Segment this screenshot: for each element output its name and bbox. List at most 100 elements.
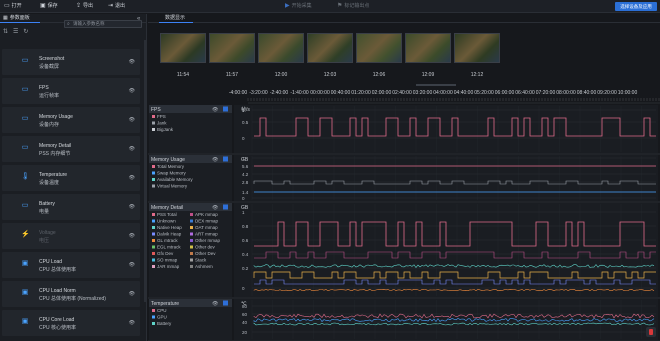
eye-icon[interactable]: 👁 (129, 291, 135, 297)
timeline-label: -1:40:00 (290, 90, 309, 96)
timeline-label: 05:20:00 (474, 90, 494, 96)
legend-label[interactable]: GL mtrack (157, 238, 178, 243)
parameter-search-input[interactable]: ⌕ 请输入参数名称 (64, 20, 142, 28)
legend-label[interactable]: Unknown (157, 219, 176, 224)
eye-icon[interactable]: 👁 (129, 117, 135, 123)
screenshot-thumbnail[interactable] (405, 33, 451, 63)
eye-icon[interactable]: 👁 (129, 146, 135, 152)
parameter-item[interactable]: ▭ Screenshot 设备截屏 👁 (2, 49, 140, 75)
legend-swatch (190, 213, 193, 216)
eye-icon[interactable]: 👁 (129, 320, 135, 326)
timeline-label: -4:00:00 (229, 90, 248, 96)
eye-icon[interactable]: 👁 (212, 301, 219, 307)
legend-label[interactable]: DEX mmap (195, 219, 219, 224)
legend-label[interactable]: Stack (195, 258, 207, 263)
eye-icon[interactable]: 👁 (129, 175, 135, 181)
legend-label[interactable]: Native Heap (157, 225, 182, 230)
parameter-scrollbar[interactable] (144, 40, 147, 302)
eye-icon[interactable]: 👁 (129, 262, 135, 268)
legend-label[interactable]: Other dev (195, 245, 216, 250)
legend-swatch (152, 115, 155, 118)
parameter-name: Memory Detail (39, 143, 72, 149)
legend-label[interactable]: OAT mmap (195, 225, 218, 230)
panel-toggle-checkbox[interactable] (223, 204, 228, 210)
parameter-item[interactable]: ▭ Battery 电量 👁 (2, 194, 140, 220)
legend-label[interactable]: FPS (157, 114, 166, 119)
parameter-item[interactable]: ⚡ Voltage 电压 👁 (2, 223, 140, 249)
parameter-subtitle: 电压 (39, 238, 50, 244)
open-button[interactable]: ▭ 打开 (4, 0, 22, 13)
parameter-item[interactable]: ▣ CPU Load CPU 总体使用率 👁 (2, 252, 140, 278)
screenshot-thumbnail[interactable] (307, 33, 353, 63)
eye-icon[interactable]: 👁 (212, 157, 219, 163)
screenshot-thumbnail[interactable] (258, 33, 304, 63)
timeline-label: 02:00:00 (372, 90, 392, 96)
sort-icon[interactable]: ⇅ (3, 28, 8, 35)
eye-icon[interactable]: 👁 (129, 88, 135, 94)
record-icon[interactable] (646, 327, 656, 337)
legend-label[interactable]: ART mmap (195, 232, 218, 237)
panel-title: Temperature (151, 301, 179, 307)
legend-label[interactable]: CPU (157, 308, 167, 313)
screenshot-thumbnail[interactable] (454, 33, 500, 63)
legend-label[interactable]: Other mmap (195, 238, 221, 243)
eye-icon[interactable]: 👁 (129, 204, 135, 210)
legend-label[interactable]: Virtual Memory (157, 184, 188, 189)
eye-icon[interactable]: 👁 (212, 205, 219, 211)
screenshot-time: 12:00 (274, 72, 288, 78)
legend-label[interactable]: Jank (157, 121, 167, 126)
legend-label[interactable]: EGL mtrack (157, 245, 181, 250)
eye-icon[interactable]: 👁 (129, 59, 135, 65)
legend-label[interactable]: Swap Memory (157, 171, 187, 176)
legend-swatch (152, 178, 155, 181)
legend-label[interactable]: BigJank (157, 127, 174, 132)
legend-label[interactable]: Dalvik Heap (157, 232, 182, 237)
parameter-item[interactable]: 🌡 Temperature 设备温度 👁 (2, 165, 140, 191)
legend-swatch (152, 219, 155, 223)
timeline-handle[interactable] (416, 84, 456, 86)
screenshot-thumbnail[interactable] (209, 33, 255, 63)
legend-swatch (190, 258, 193, 262)
legend-label[interactable]: APK mmap (195, 212, 218, 217)
exit-button[interactable]: ⇥ 退出 (108, 0, 125, 13)
legend-label[interactable]: Other Dev (195, 251, 216, 256)
panel-toggle-checkbox[interactable] (223, 300, 228, 306)
panel-toggle-checkbox[interactable] (223, 106, 228, 112)
legend-label[interactable]: SO mmap (157, 258, 178, 263)
eye-icon[interactable]: 👁 (212, 107, 219, 113)
panel-toggle-checkbox[interactable] (223, 156, 228, 162)
tick-label: 1.4 (242, 190, 249, 195)
parameter-item[interactable]: ▭ Memory Detail PSS 内存细节 👁 (2, 136, 140, 162)
parameter-item[interactable]: ▣ CPU Core Load CPU 核心使用率 👁 (2, 310, 140, 336)
legend-label[interactable]: Gfx Dev (157, 251, 174, 256)
export-button[interactable]: ⇪ 导出 (76, 0, 93, 13)
panel-header[interactable] (149, 105, 232, 113)
save-button[interactable]: ▣ 保存 (40, 0, 58, 13)
legend-label[interactable]: Battery (157, 321, 172, 326)
legend-label[interactable]: PSS Total (157, 212, 177, 217)
timeline-ruler[interactable]: -4:00:00 -3:20:00 -2:40:00 -1:40:00 00:00:00… (148, 84, 660, 104)
screenshot-thumbnail[interactable] (356, 33, 402, 63)
legend-label[interactable]: Total Memory (157, 164, 185, 169)
parameter-name: CPU Load Norm (39, 288, 76, 294)
legend-label[interactable]: Ashmem (195, 264, 213, 269)
legend-label[interactable]: Available Memory (157, 177, 193, 182)
screenshot-time: 12:03 (323, 72, 337, 78)
collapse-panel-icon[interactable]: « (137, 16, 140, 22)
timeline-label: 04:40:00 (454, 90, 474, 96)
mark-button[interactable]: ⚑ 标记输出点 (337, 0, 369, 13)
parameter-item[interactable]: ▣ CPU Load Norm CPU 总体使用率 (Normalized) 👁 (2, 281, 140, 307)
legend-label[interactable]: GPU (157, 315, 167, 320)
start-record-button[interactable]: ▶ 开始采集 (285, 0, 312, 13)
refresh-icon[interactable]: ↻ (23, 28, 28, 35)
parameter-subtitle: 设备温度 (39, 180, 60, 186)
legend-swatch (152, 232, 155, 236)
legend-label[interactable]: JAR mmap (157, 264, 180, 269)
parameter-item[interactable]: ▭ Memory Usage 设备内存 👁 (2, 107, 140, 133)
screenshot-thumbnail[interactable] (160, 33, 206, 63)
parameter-item[interactable]: ▭ FPS 运行帧率 👁 (2, 78, 140, 104)
list-icon[interactable]: ☰ (13, 28, 18, 35)
select-device-button[interactable]: 选择设备及应用 (615, 2, 657, 11)
screenshot-time: 12:12 (470, 72, 484, 78)
eye-icon[interactable]: 👁 (129, 233, 135, 239)
